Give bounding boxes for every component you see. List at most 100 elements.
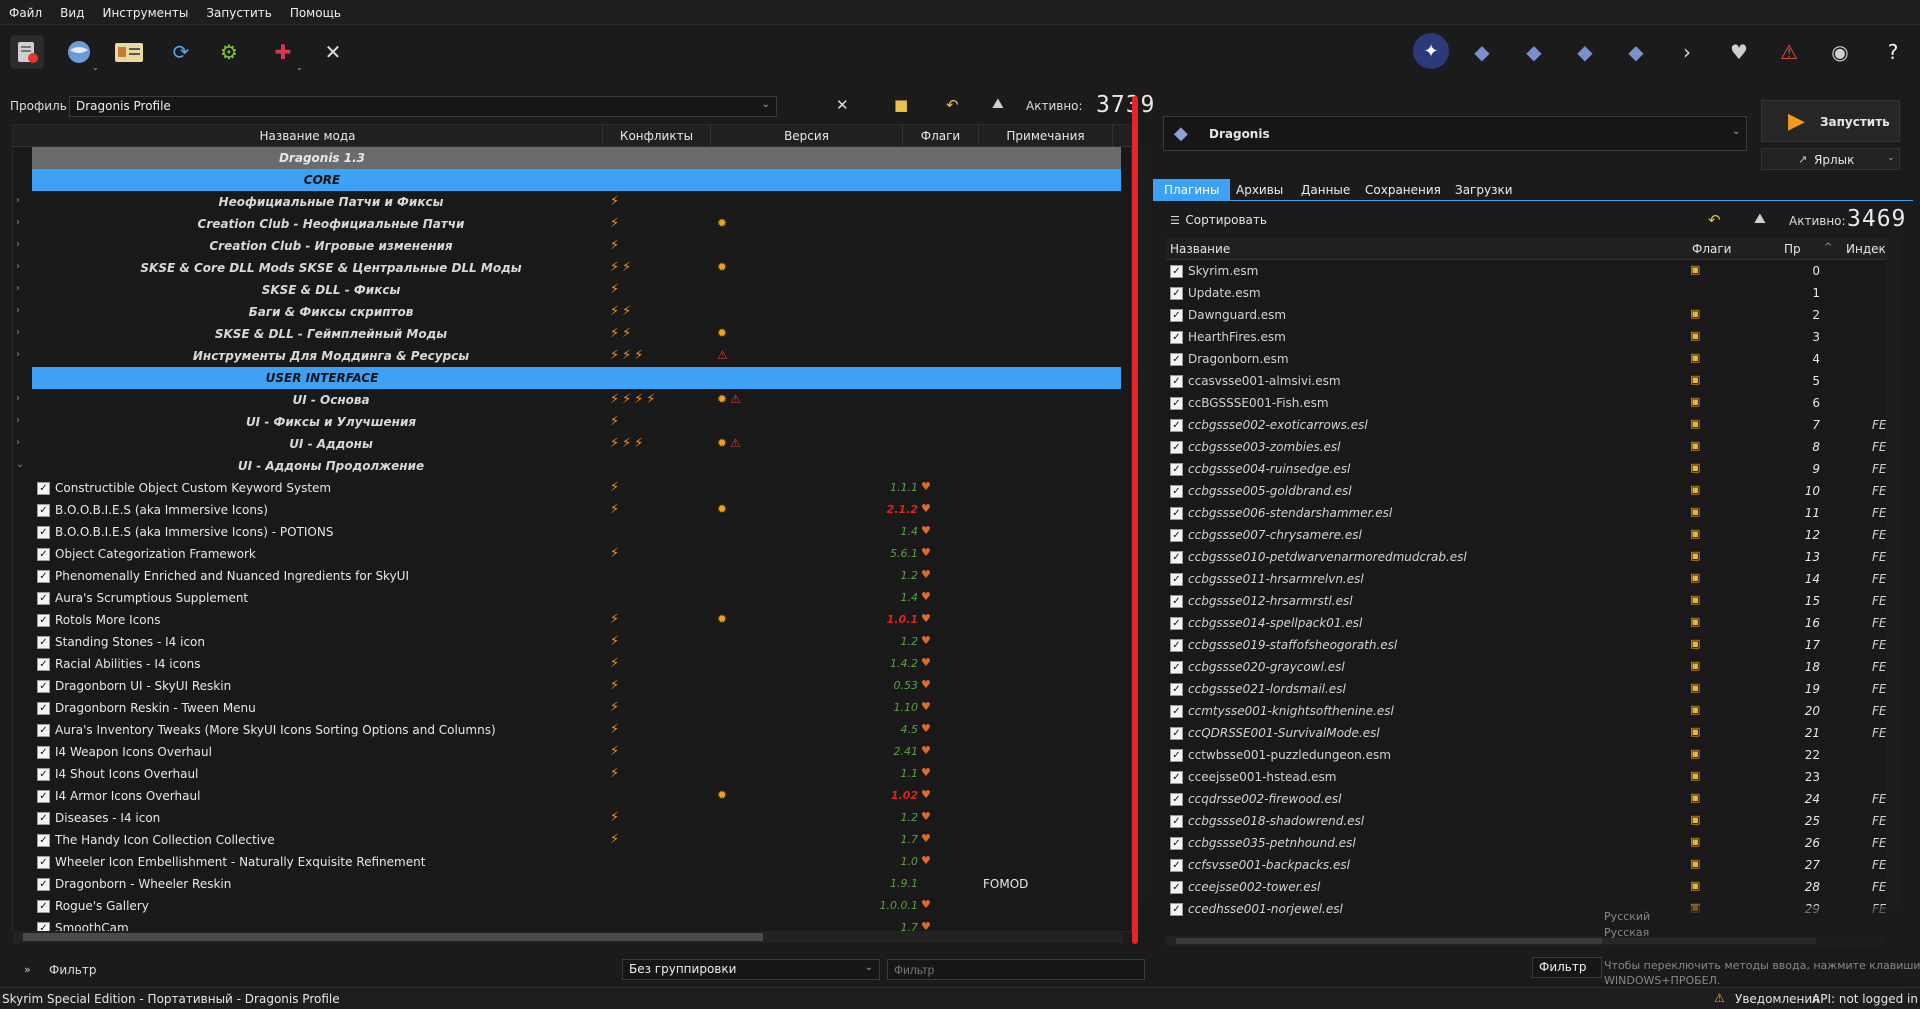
diamond-icon-1[interactable]: ◆	[1465, 35, 1499, 69]
globe-person-icon[interactable]: ◉	[1823, 35, 1857, 69]
tab-data[interactable]: Данные	[1290, 179, 1361, 201]
heart-icon[interactable]: ♥	[1722, 35, 1756, 69]
plugin-row[interactable]: ✓ ccbgssse011-hrsarmrelvn.esl ▣ 14 FE	[1166, 568, 1886, 590]
plugin-enabled-checkbox[interactable]: ✓	[1170, 903, 1183, 916]
tab-archives[interactable]: Архивы	[1225, 179, 1294, 201]
separator-row[interactable]: › SKSE & Core DLL Mods SKSE & Центральные…	[13, 257, 1133, 279]
diamond-icon-4[interactable]: ◆	[1619, 35, 1653, 69]
plugin-row[interactable]: ✓ HearthFires.esm ▣ 3	[1166, 326, 1886, 348]
plugin-row[interactable]: ✓ cctwbsse001-puzzledungeon.esm ▣ 22	[1166, 744, 1886, 766]
tab-saves[interactable]: Сохранения	[1354, 179, 1452, 201]
menu-item[interactable]: Запустить	[197, 0, 280, 20]
mod-row[interactable]: ✓ I4 Armor Icons Overhaul 1.02 ♥ ✹	[13, 785, 1133, 807]
plugin-enabled-checkbox[interactable]: ✓	[1170, 463, 1183, 476]
plugin-row[interactable]: ✓ ccbgssse020-graycowl.esl ▣ 18 FE	[1166, 656, 1886, 678]
plugin-enabled-checkbox[interactable]: ✓	[1170, 859, 1183, 872]
plugin-enabled-checkbox[interactable]: ✓	[1170, 661, 1183, 674]
separator-row[interactable]: › Creation Club - Неофициальные Патчи ⚡ ✹	[13, 213, 1133, 235]
diamond-icon-2[interactable]: ◆	[1517, 35, 1551, 69]
chevron-right-icon[interactable]: ›	[16, 349, 20, 360]
plugin-enabled-checkbox[interactable]: ✓	[1170, 815, 1183, 828]
mod-row[interactable]: ✓ I4 Shout Icons Overhaul 1.1 ♥ ⚡	[13, 763, 1133, 785]
plugin-enabled-checkbox[interactable]: ✓	[1170, 727, 1183, 740]
plugin-row[interactable]: ✓ ccbgssse018-shadowrend.esl ▣ 25 FE	[1166, 810, 1886, 832]
settings-gears-icon[interactable]: ⚙	[212, 35, 246, 69]
plugin-puzzle-icon[interactable]: ✚	[266, 35, 300, 69]
separator-row[interactable]: › SKSE & DLL - Геймплейный Моды ⚡ ⚡ ✹	[13, 323, 1133, 345]
chevron-icon[interactable]: ›	[1670, 35, 1704, 69]
mod-row[interactable]: ✓ Object Categorization Framework 5.6.1 ♥ ⚡	[13, 543, 1133, 565]
mod-enabled-checkbox[interactable]: ✓	[37, 812, 50, 825]
nexus-globe-icon[interactable]	[62, 35, 96, 69]
plugin-enabled-checkbox[interactable]: ✓	[1170, 771, 1183, 784]
mod-row[interactable]: ✓ Rotols More Icons 1.0.1 ♥ ⚡ ✹	[13, 609, 1133, 631]
plugin-row[interactable]: ✓ Skyrim.esm ▣ 0	[1166, 260, 1886, 282]
mod-enabled-checkbox[interactable]: ✓	[37, 482, 50, 495]
plugin-enabled-checkbox[interactable]: ✓	[1170, 265, 1183, 278]
mod-row[interactable]: ✓ Dragonborn - Wheeler Reskin 1.9.1 FOMOD	[13, 873, 1133, 895]
col-plugin-priority[interactable]: Пр	[1784, 242, 1801, 256]
plugin-enabled-checkbox[interactable]: ✓	[1170, 529, 1183, 542]
plugin-row[interactable]: ✓ ccQDRSSE001-SurvivalMode.esl ▣ 21 FE	[1166, 722, 1886, 744]
plugin-enabled-checkbox[interactable]: ✓	[1170, 793, 1183, 806]
plugin-enabled-checkbox[interactable]: ✓	[1170, 749, 1183, 762]
plugin-row[interactable]: ✓ ccBGSSSE001-Fish.esm ▣ 6	[1166, 392, 1886, 414]
chevron-right-icon[interactable]: ›	[16, 393, 20, 404]
mod-row[interactable]: ✓ I4 Weapon Icons Overhaul 2.41 ♥ ⚡	[13, 741, 1133, 763]
plugin-enabled-checkbox[interactable]: ✓	[1170, 485, 1183, 498]
plugin-row[interactable]: ✓ ccbgssse035-petnhound.esl ▣ 26 FE	[1166, 832, 1886, 854]
col-mod-name[interactable]: Название мода	[13, 125, 603, 147]
mod-row[interactable]: ✓ Dragonborn Reskin - Tween Menu 1.10 ♥ ⚡	[13, 697, 1133, 719]
mod-enabled-checkbox[interactable]: ✓	[37, 526, 50, 539]
col-plugin-flags[interactable]: Флаги	[1692, 242, 1731, 256]
mod-enabled-checkbox[interactable]: ✓	[37, 658, 50, 671]
plugin-enabled-checkbox[interactable]: ✓	[1170, 705, 1183, 718]
mod-enabled-checkbox[interactable]: ✓	[37, 856, 50, 869]
help-icon[interactable]: ?	[1876, 35, 1910, 69]
notifications-label[interactable]: Уведомления	[1735, 992, 1819, 1006]
diamond-icon-3[interactable]: ◆	[1568, 35, 1602, 69]
plugin-row[interactable]: ✓ ccbgssse005-goldbrand.esl ▣ 10 FE	[1166, 480, 1886, 502]
refresh-icon[interactable]: ⟳	[164, 35, 198, 69]
mod-row[interactable]: ✓ Diseases - I4 icon 1.2 ♥ ⚡	[13, 807, 1133, 829]
mod-row[interactable]: ✓ Phenomenally Enriched and Nuanced Ingre…	[13, 565, 1133, 587]
plugin-enabled-checkbox[interactable]: ✓	[1170, 881, 1183, 894]
mod-enabled-checkbox[interactable]: ✓	[37, 614, 50, 627]
warning-icon[interactable]: ⚠	[1772, 35, 1806, 69]
mod-row[interactable]: ✓ Aura's Inventory Tweaks (More SkyUI Ico…	[13, 719, 1133, 741]
profile-select[interactable]: Dragonis Profile ⌄	[69, 96, 777, 117]
mod-enabled-checkbox[interactable]: ✓	[37, 834, 50, 847]
backup-icon[interactable]: ⛰	[992, 96, 1004, 112]
plugin-row[interactable]: ✓ ccbgssse002-exoticarrows.esl ▣ 7 FE	[1166, 414, 1886, 436]
plugin-enabled-checkbox[interactable]: ✓	[1170, 309, 1183, 322]
separator-row[interactable]: › UI - Основа ⚡ ⚡ ⚡ ⚡ ✹ ⚠	[13, 389, 1133, 411]
col-flags[interactable]: Флаги	[903, 125, 979, 147]
plugin-row[interactable]: ✓ ccbgssse007-chrysamere.esl ▣ 12 FE	[1166, 524, 1886, 546]
plugin-row[interactable]: ✓ ccbgssse019-staffofsheogorath.esl ▣ 17 FE	[1166, 634, 1886, 656]
menu-item[interactable]: Инструменты	[93, 0, 197, 20]
mod-row[interactable]: ✓ B.O.O.B.I.E.S (aka Immersive Icons) - P…	[13, 521, 1133, 543]
folder-icon[interactable]: ■	[894, 96, 908, 114]
menu-item[interactable]: Помощь	[281, 0, 350, 20]
mod-enabled-checkbox[interactable]: ✓	[37, 504, 50, 517]
undo-icon[interactable]: ↶	[946, 96, 959, 114]
expand-icon[interactable]: »	[24, 963, 31, 976]
chevron-right-icon[interactable]: ›	[16, 415, 20, 426]
chevron-right-icon[interactable]: ›	[16, 195, 20, 206]
plugin-enabled-checkbox[interactable]: ✓	[1170, 419, 1183, 432]
plugin-enabled-checkbox[interactable]: ✓	[1170, 287, 1183, 300]
plugin-enabled-checkbox[interactable]: ✓	[1170, 595, 1183, 608]
plugin-row[interactable]: ✓ ccbgssse003-zombies.esl ▣ 8 FE	[1166, 436, 1886, 458]
separator-row[interactable]: ⌄ UI - Аддоны Продолжение	[13, 455, 1133, 477]
mod-enabled-checkbox[interactable]: ✓	[37, 592, 50, 605]
plugin-enabled-checkbox[interactable]: ✓	[1170, 617, 1183, 630]
menu-item[interactable]: Вид	[51, 0, 93, 20]
chevron-right-icon[interactable]: ›	[16, 217, 20, 228]
plugin-list[interactable]: ✓ Skyrim.esm ▣ 0 ✓ Update.esm 1 ✓ Dawnguard.esm ▣…	[1166, 260, 1886, 936]
plugins-undo-icon[interactable]: ↶	[1708, 211, 1721, 229]
menu-item[interactable]: Файл	[0, 0, 51, 20]
grouping-select[interactable]: Без группировки ⌄	[622, 959, 880, 980]
tab-plugins[interactable]: Плагины	[1153, 179, 1231, 201]
sort-button[interactable]: ☰ Сортировать	[1170, 213, 1267, 227]
plugin-enabled-checkbox[interactable]: ✓	[1170, 551, 1183, 564]
